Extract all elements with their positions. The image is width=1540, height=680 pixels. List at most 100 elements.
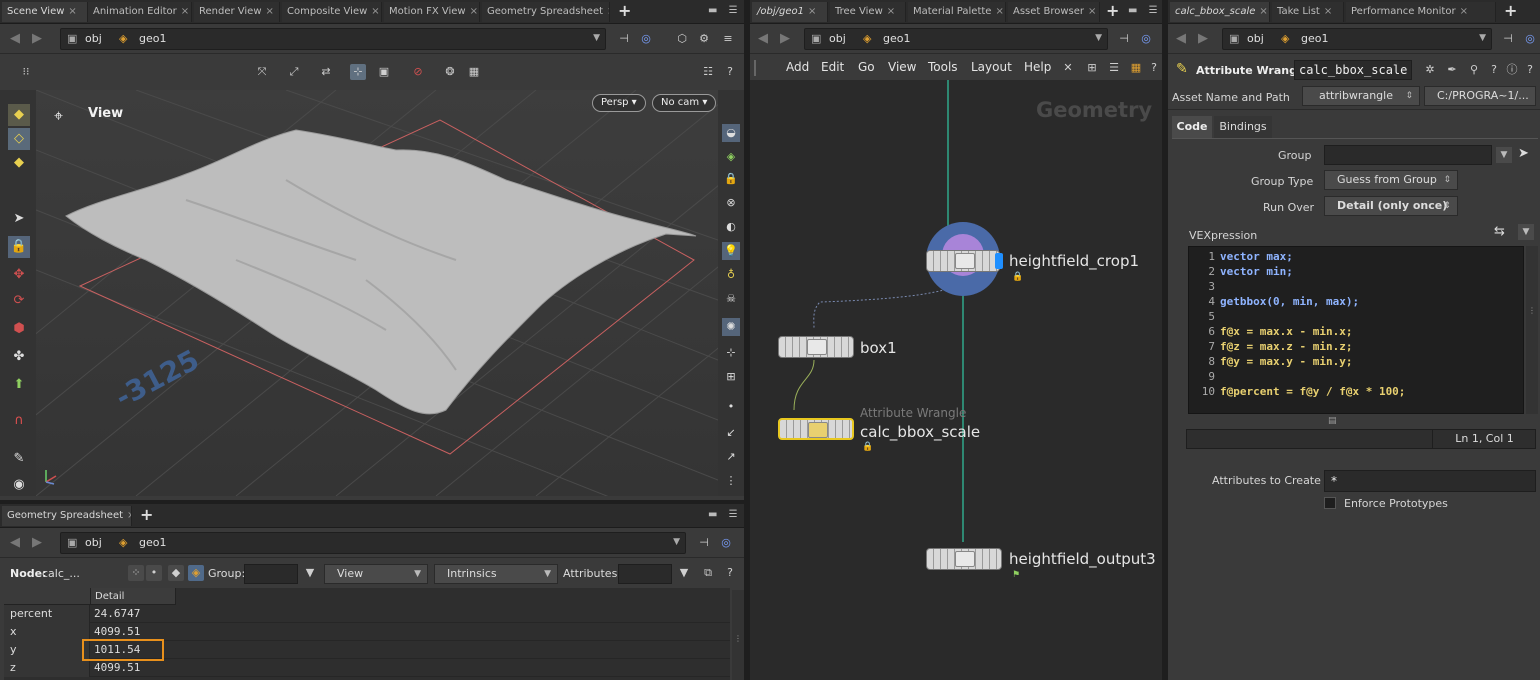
path-geo[interactable]: geo1: [139, 32, 166, 45]
chevron-down-icon[interactable]: ▼: [1479, 33, 1486, 43]
group-type-combo[interactable]: Guess from Group ⇕: [1324, 170, 1458, 190]
wire-icon[interactable]: ◈: [722, 148, 740, 166]
tab-code[interactable]: Code: [1172, 116, 1212, 138]
node-label-box[interactable]: box1: [860, 339, 897, 357]
tab-bindings[interactable]: Bindings: [1214, 116, 1272, 138]
camera-view-icon[interactable]: ▣: [376, 64, 392, 80]
attribute-wrangle-node[interactable]: [778, 418, 854, 440]
vector-icon[interactable]: ↗: [722, 448, 740, 466]
lightbulb-icon[interactable]: 💡: [722, 242, 740, 260]
grid-dots-icon[interactable]: ⁝⁝: [18, 64, 34, 80]
select-points-icon[interactable]: ◇: [8, 128, 30, 150]
select-prims-icon[interactable]: ◆: [8, 152, 30, 174]
resize-grip-icon[interactable]: ▤: [1328, 416, 1337, 426]
pin-icon[interactable]: ⊣: [1116, 31, 1132, 47]
column-header-detail[interactable]: Detail: [90, 588, 176, 605]
lock-icon[interactable]: 🔒: [8, 236, 30, 258]
table-row[interactable]: percent 24.6747: [4, 605, 730, 623]
view-icon[interactable]: ⌖: [54, 106, 63, 126]
back-arrow-icon[interactable]: ◀: [10, 535, 20, 550]
light-icon[interactable]: ❂: [442, 64, 458, 80]
intrinsics-combo[interactable]: Intrinsics ▼: [434, 564, 558, 584]
display-icon[interactable]: ⬡: [674, 31, 690, 47]
magnet-icon[interactable]: ∩: [8, 410, 30, 432]
path-geo[interactable]: geo1: [139, 536, 166, 549]
close-icon[interactable]: ×: [127, 510, 131, 521]
add-tab-icon[interactable]: +: [140, 505, 153, 524]
tab-tree-view[interactable]: Tree View ×: [830, 2, 906, 22]
enforce-prototypes-checkbox[interactable]: [1324, 497, 1336, 509]
tab-take-list[interactable]: Take List ×: [1272, 2, 1344, 22]
node-label-heightfield-output[interactable]: heightfield_output3: [1009, 550, 1156, 568]
tab-render-view[interactable]: Render View ×: [194, 2, 280, 22]
group-field[interactable]: [244, 564, 298, 584]
link-icon[interactable]: ◎: [1522, 31, 1538, 47]
disc-icon[interactable]: ◉: [8, 474, 30, 496]
help-icon[interactable]: ?: [1486, 62, 1502, 78]
run-over-combo[interactable]: Detail (only once) ⇕: [1324, 196, 1458, 216]
network-editor[interactable]: Geometry heightfield_crop1 🔒 box1 Attrib…: [750, 80, 1162, 680]
normal-arrow-icon[interactable]: ↙: [722, 424, 740, 442]
path-obj[interactable]: obj: [829, 32, 846, 45]
copy-icon[interactable]: ⧉: [700, 565, 716, 581]
link-icon[interactable]: ◎: [638, 31, 654, 47]
menu-help[interactable]: Help: [1024, 60, 1051, 74]
path-obj[interactable]: obj: [1247, 32, 1264, 45]
tab-material-palette[interactable]: Material Palette ×: [908, 2, 1006, 22]
path-geo[interactable]: geo1: [1301, 32, 1328, 45]
rotate-tool-icon[interactable]: ⟳: [8, 290, 30, 312]
pin-icon[interactable]: ⊣: [616, 31, 632, 47]
transform-icon[interactable]: ⇄: [318, 64, 334, 80]
node-label-heightfield-crop[interactable]: heightfield_crop1: [1009, 252, 1139, 270]
back-arrow-icon[interactable]: ◀: [1176, 31, 1186, 46]
filter-icon[interactable]: ▼: [302, 565, 318, 581]
group-dropdown-icon[interactable]: ▼: [1496, 147, 1512, 163]
vertices-icon[interactable]: •: [146, 565, 162, 581]
render-icon[interactable]: ▦: [466, 64, 482, 80]
chevron-down-icon[interactable]: ▼: [673, 537, 680, 547]
close-icon[interactable]: ×: [1259, 6, 1267, 17]
link-icon[interactable]: ◎: [1138, 31, 1154, 47]
shade-icon[interactable]: ◐: [722, 218, 740, 236]
vex-code-editor[interactable]: 1 vector max; 2 vector min; 3 4 getbbox(0, …: [1188, 246, 1524, 414]
tab-animation-editor[interactable]: Animation Editor ×: [88, 2, 192, 22]
tab-network[interactable]: /obj/geo1 ×: [752, 2, 828, 22]
forward-arrow-icon[interactable]: ▶: [780, 31, 790, 46]
point-display-icon[interactable]: ⊹: [722, 344, 740, 362]
select-tool-icon[interactable]: ⤧: [254, 64, 270, 80]
vex-menu-icon[interactable]: ▼: [1518, 224, 1534, 240]
detail-icon[interactable]: ◈: [188, 565, 204, 581]
snap-icon[interactable]: ⊹: [350, 64, 366, 80]
close-icon[interactable]: ×: [1088, 6, 1096, 17]
view-combo[interactable]: View ▼: [324, 564, 428, 584]
attributes-to-create-field[interactable]: *: [1324, 470, 1536, 492]
smooth-icon[interactable]: ⊗: [722, 194, 740, 212]
prim-display-icon[interactable]: ⊞: [722, 368, 740, 386]
dot-icon[interactable]: •: [722, 398, 740, 416]
arrow-select-icon[interactable]: ➤: [8, 208, 30, 230]
path-field[interactable]: ▣ obj ◈ geo1 ▼: [60, 532, 686, 554]
path-field[interactable]: ▣ obj ◈ geo1 ▼: [804, 28, 1108, 50]
move-tool-icon[interactable]: ✥: [8, 264, 30, 286]
path-geo[interactable]: geo1: [883, 32, 910, 45]
gear-icon[interactable]: ✲: [1422, 62, 1438, 78]
close-icon[interactable]: ×: [808, 6, 816, 17]
add-tab-icon[interactable]: +: [1106, 1, 1119, 20]
asset-path-combo[interactable]: C:/PROGRA~1/...: [1424, 86, 1536, 106]
camera-button[interactable]: No cam ▾: [652, 94, 717, 112]
close-icon[interactable]: ×: [995, 6, 1003, 17]
table-row[interactable]: z 4099.51: [4, 659, 730, 677]
persp-button[interactable]: Persp ▾: [592, 94, 646, 112]
add-tab-icon[interactable]: +: [618, 1, 631, 20]
pen-icon[interactable]: ✒: [1444, 62, 1460, 78]
list-icon[interactable]: ☰: [1106, 60, 1122, 76]
chevron-down-icon[interactable]: ▼: [1095, 33, 1102, 43]
menu-tools[interactable]: Tools: [928, 60, 958, 74]
forward-arrow-icon[interactable]: ▶: [1198, 31, 1208, 46]
select-arrow-icon[interactable]: ➤: [1518, 146, 1529, 161]
close-icon[interactable]: ×: [371, 6, 379, 17]
skull-icon[interactable]: ☠: [722, 290, 740, 308]
forward-arrow-icon[interactable]: ▶: [32, 535, 42, 550]
pin-icon[interactable]: ⊣: [696, 535, 712, 551]
path-field[interactable]: ▣ obj ◈ geo1 ▼: [1222, 28, 1492, 50]
